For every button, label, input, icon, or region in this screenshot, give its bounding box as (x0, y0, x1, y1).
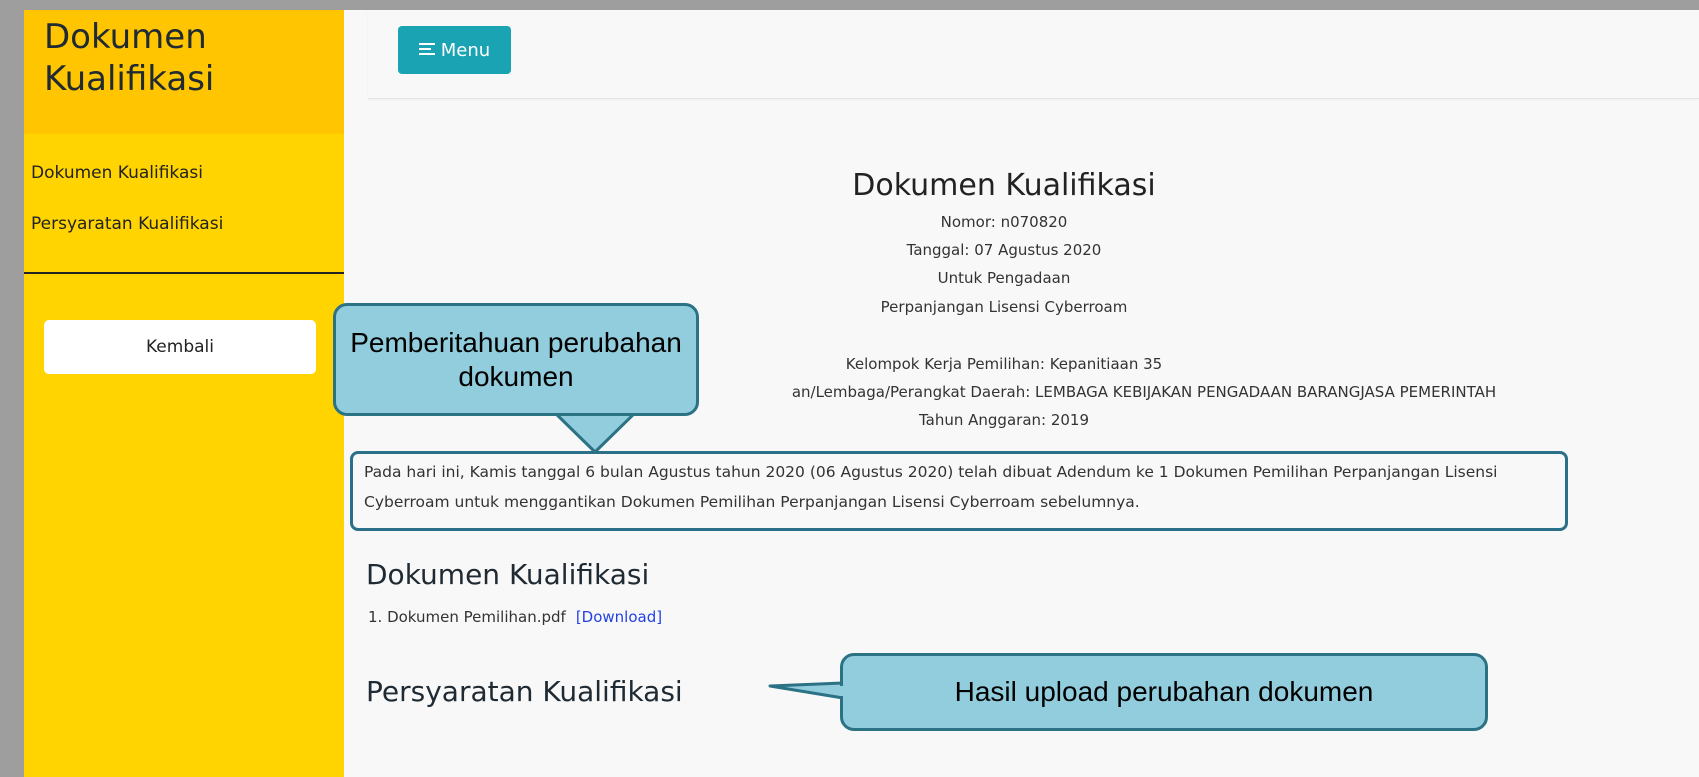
callout-pointer-seams (553, 404, 846, 696)
screenshot-frame: Dokumen Kualifikasi Dokumen Kualifikasi … (0, 0, 1699, 777)
